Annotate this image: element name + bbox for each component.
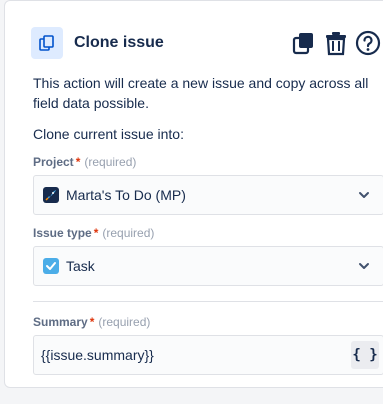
summary-label-text: Summary [33, 315, 88, 329]
rocket-project-icon [43, 187, 59, 203]
delete-icon[interactable] [323, 30, 349, 56]
clone-icon [31, 27, 63, 59]
required-star: * [89, 315, 95, 329]
issue-type-value: Task [66, 258, 95, 274]
task-checkbox-icon [43, 258, 59, 274]
required-hint: (required) [102, 226, 155, 240]
clone-issue-card: Clone issue This action will create a ne… [4, 0, 383, 388]
chevron-down-icon[interactable] [357, 188, 371, 207]
project-select[interactable]: Marta's To Do (MP) [33, 175, 383, 215]
smart-value-button[interactable]: { } [351, 341, 379, 369]
duplicate-icon[interactable] [291, 30, 317, 56]
card-header: Clone issue [31, 27, 383, 59]
project-label: Project * (required) [33, 155, 136, 169]
chevron-down-icon[interactable] [357, 259, 371, 278]
card-title: Clone issue [74, 34, 164, 51]
required-star: * [75, 155, 81, 169]
section-divider [33, 301, 383, 302]
clone-into-heading: Clone current issue into: [33, 126, 184, 142]
action-description: This action will create a new issue and … [33, 75, 369, 111]
issue-type-label-text: Issue type [33, 226, 92, 240]
required-hint: (required) [98, 315, 151, 329]
project-label-text: Project [33, 155, 74, 169]
issue-type-select[interactable]: Task [33, 246, 383, 286]
required-hint: (required) [84, 155, 137, 169]
summary-value: {{issue.summary}} [41, 347, 154, 363]
summary-input[interactable]: {{issue.summary}} { } [33, 335, 383, 375]
issue-type-label: Issue type * (required) [33, 226, 154, 240]
help-icon[interactable] [355, 30, 381, 56]
summary-label: Summary * (required) [33, 315, 150, 329]
project-value: Marta's To Do (MP) [66, 187, 186, 203]
required-star: * [93, 226, 99, 240]
